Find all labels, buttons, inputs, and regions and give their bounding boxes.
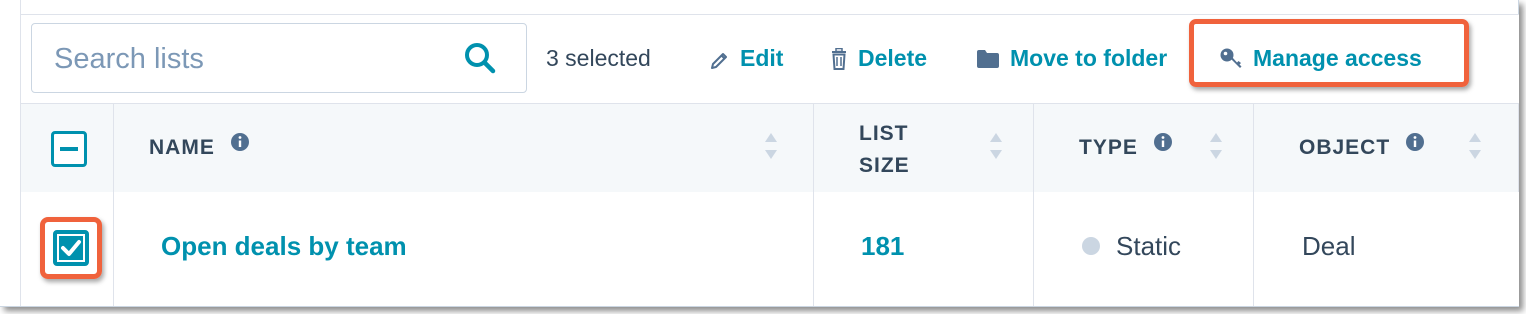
sort-icon[interactable] <box>1468 131 1482 161</box>
list-type-value: Static <box>1116 231 1182 261</box>
info-icon[interactable] <box>230 130 250 162</box>
name-cell: Open deals by team <box>114 192 814 306</box>
delete-label: Delete <box>858 45 928 71</box>
select-all-checkbox[interactable] <box>51 131 87 167</box>
list-size-cell: 181 <box>814 192 1034 306</box>
info-icon[interactable] <box>1153 130 1173 162</box>
checkmark-icon <box>57 234 85 262</box>
top-divider <box>20 0 1519 15</box>
folder-icon <box>976 49 1000 69</box>
row-checkbox[interactable] <box>53 230 89 266</box>
select-all-column <box>21 104 114 192</box>
lists-panel: 3 selected Edit Delete <box>0 0 1519 307</box>
selected-count: 3 selected <box>546 45 651 71</box>
indeterminate-mark <box>60 147 78 151</box>
edit-label: Edit <box>740 45 784 71</box>
info-icon[interactable] <box>1405 130 1425 162</box>
column-label-type: TYPE <box>1079 136 1138 159</box>
column-header-name[interactable]: NAME <box>114 104 814 192</box>
edit-button[interactable]: Edit <box>710 45 783 72</box>
search-input[interactable] <box>52 36 456 82</box>
move-to-folder-button[interactable]: Move to folder <box>976 45 1167 72</box>
sort-icon[interactable] <box>989 131 1003 161</box>
status-dot <box>1082 237 1100 256</box>
pencil-icon <box>710 49 730 69</box>
delete-button[interactable]: Delete <box>830 45 927 72</box>
sort-icon[interactable] <box>1209 131 1223 161</box>
column-label-name: NAME <box>149 136 215 159</box>
trash-icon <box>830 47 848 70</box>
bulk-action-toolbar: 3 selected Edit Delete <box>20 15 1519 103</box>
table-header: NAME LIST SIZE TYPE OBJECT <box>20 103 1519 193</box>
column-label-object: OBJECT <box>1299 136 1391 159</box>
object-value: Deal <box>1302 231 1356 261</box>
object-cell: Deal <box>1254 192 1519 306</box>
row-select-cell <box>21 192 114 306</box>
table-row[interactable]: Open deals by team 181 Static Deal <box>20 192 1519 306</box>
column-header-object[interactable]: OBJECT <box>1254 104 1519 192</box>
sort-icon[interactable] <box>764 131 778 161</box>
column-header-list-size[interactable]: LIST SIZE <box>814 104 1034 192</box>
move-to-folder-label: Move to folder <box>1010 45 1168 71</box>
manage-access-highlight <box>1189 19 1469 87</box>
search-icon[interactable] <box>462 41 498 77</box>
type-cell: Static <box>1034 192 1254 306</box>
list-name-link[interactable]: Open deals by team <box>161 231 407 262</box>
column-label-list-size-line1: LIST <box>859 122 909 145</box>
search-box[interactable] <box>31 23 527 93</box>
column-label-list-size-line2: SIZE <box>859 154 910 177</box>
list-size-value[interactable]: 181 <box>861 231 904 262</box>
column-header-type[interactable]: TYPE <box>1034 104 1254 192</box>
lists-table: NAME LIST SIZE TYPE OBJECT Open deals by… <box>20 103 1519 306</box>
